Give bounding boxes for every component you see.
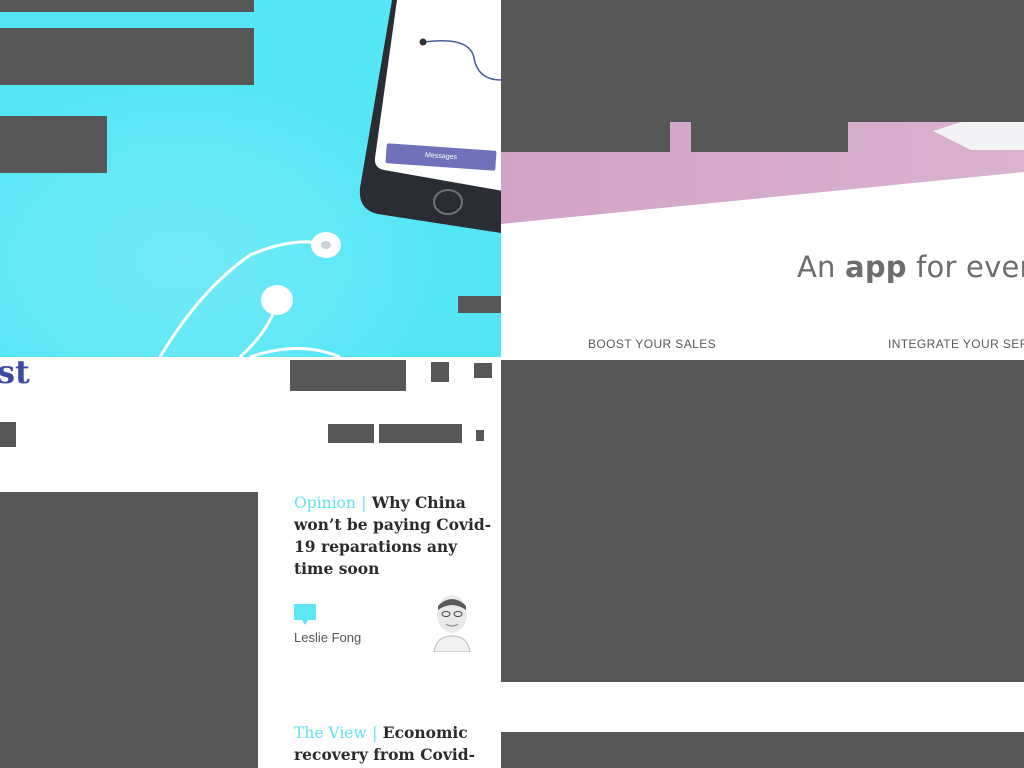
article-card[interactable]: The View | Economic recovery from Covid-… [294,722,494,768]
article-headline-block[interactable]: Opinion | Why China won’t be paying Covi… [294,492,494,580]
app-hero-panel: An app for ever BOOST YOUR SALES INTEGRA… [501,0,1024,357]
redacted-region [501,360,1024,682]
redacted-panel [501,360,1024,768]
redacted-region [0,116,107,173]
redacted-region [379,424,462,443]
article-card[interactable]: Opinion | Why China won’t be paying Covi… [294,492,494,580]
kicker-separator: | [361,494,367,512]
redacted-region [0,0,254,12]
article-headline-block[interactable]: The View | Economic recovery from Covid-… [294,722,494,768]
comment-icon[interactable] [294,604,317,626]
site-masthead[interactable]: st [0,360,30,391]
redacted-region [0,492,258,768]
hero-title-bold: app [845,250,907,284]
hero-title: An app for ever [797,250,1024,284]
redacted-region [474,363,492,378]
redacted-region [476,430,484,441]
earphone-cable [158,240,321,357]
redacted-region [0,422,16,447]
news-page-panel: st Opinion | Why China won’t be paying C… [0,360,501,768]
article-kicker[interactable]: The View [294,724,367,742]
author-name[interactable]: Leslie Fong [294,630,361,645]
redacted-region [501,0,1024,122]
author-avatar[interactable] [432,592,472,652]
redacted-region [691,122,848,152]
redacted-region [501,122,670,152]
redacted-region [501,732,1024,768]
hero-title-prefix: An [797,250,846,284]
earbud-left [261,285,293,315]
redacted-region [458,296,501,313]
kicker-separator: | [372,724,378,742]
phone-photo-panel: Messages [0,0,501,357]
redacted-region [328,424,374,443]
article-kicker[interactable]: Opinion [294,494,356,512]
tab-boost-sales[interactable]: BOOST YOUR SALES [588,337,716,351]
redacted-region [0,28,254,85]
route-start-pin [419,38,427,46]
earbud-right-grill [321,241,331,249]
hero-title-suffix: for ever [906,250,1024,284]
earphone-cable-3 [249,347,341,357]
tab-integrate-services[interactable]: INTEGRATE YOUR SERVIC [888,337,1024,351]
redacted-region [431,362,449,382]
redacted-region [290,360,406,391]
messages-button-label: Messages [424,151,458,162]
